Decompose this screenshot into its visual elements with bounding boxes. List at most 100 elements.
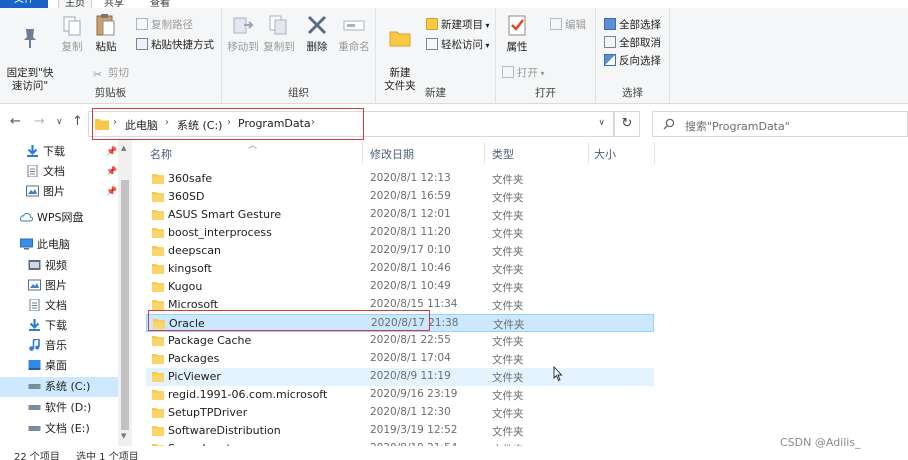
copy-icon [63, 16, 81, 36]
nav-item-label: 视频 [45, 259, 67, 272]
nav-item-documents-pinned[interactable]: 文档 [26, 162, 116, 182]
file-name: 360safe [168, 172, 213, 185]
search-box[interactable]: 搜索"ProgramData" [652, 111, 908, 137]
ribbon-tabs: 文件 主页 共享 查看 [0, 0, 908, 9]
select-all-label: 全部选择 [619, 19, 661, 31]
nav-item-drive-d[interactable]: 软件 (D:) [28, 398, 116, 418]
column-header-size[interactable]: 大小 [594, 146, 616, 162]
nav-item-videos[interactable]: 视频 [28, 256, 116, 276]
forward-arrow-icon[interactable]: → [34, 114, 45, 129]
nav-item-label: 图片 [45, 279, 67, 292]
cut-button[interactable]: ✂ 剪切 [93, 66, 129, 81]
file-type: 文件夹 [492, 246, 524, 258]
drive-icon [28, 384, 41, 389]
watermark: CSDN @Adilis_ [780, 436, 861, 449]
table-row[interactable]: Package Cache 2020/8/1 22:55 文件夹 [146, 332, 654, 350]
new-item-button[interactable]: 新建项目 ▾ [426, 18, 490, 33]
paste-shortcut-button[interactable]: 粘贴快捷方式 [136, 38, 214, 52]
select-none-icon [604, 36, 616, 48]
select-none-button[interactable]: 全部取消 [604, 36, 661, 50]
column-divider[interactable] [654, 142, 655, 164]
picture-icon [26, 185, 39, 197]
up-arrow-icon[interactable]: ↑ [72, 114, 83, 129]
edit-button[interactable]: 编辑 [550, 18, 586, 32]
table-row[interactable]: SetupTPDriver 2020/8/1 12:30 文件夹 [146, 404, 654, 422]
nav-item-pictures[interactable]: 图片 [28, 276, 116, 296]
nav-item-this-pc[interactable]: 此电脑 [20, 235, 116, 255]
copy-to-button[interactable]: 复制到 [262, 12, 296, 54]
sort-ascending-icon: ︿ [248, 141, 258, 151]
invert-selection-button[interactable]: 反向选择 [604, 54, 661, 68]
nav-item-wps-drive[interactable]: WPS网盘 [20, 208, 116, 228]
column-divider[interactable] [588, 142, 589, 164]
column-header-type[interactable]: 类型 [492, 146, 514, 162]
selected-count: 选中 1 个项目 [76, 452, 139, 460]
file-type: 文件夹 [492, 354, 524, 366]
table-row[interactable]: kingsoft 2020/8/1 10:46 文件夹 [146, 260, 654, 278]
nav-item-documents[interactable]: 文档 [28, 296, 116, 316]
paste-button[interactable]: 粘贴 [90, 12, 122, 54]
table-row[interactable]: SoftwareDistribution 2019/3/19 12:52 文件夹 [146, 422, 654, 440]
tab-home[interactable]: 主页 [58, 0, 92, 9]
table-row[interactable]: 360safe 2020/8/1 12:13 文件夹 [146, 170, 654, 188]
table-row[interactable]: 360SD 2020/8/1 16:59 文件夹 [146, 188, 654, 206]
column-divider[interactable] [484, 142, 485, 164]
new-folder-button[interactable]: 新建 文件夹 [380, 12, 420, 93]
table-row[interactable]: Packages 2020/8/1 17:04 文件夹 [146, 350, 654, 368]
refresh-button[interactable]: ↻ [614, 111, 640, 137]
nav-item-drive-e[interactable]: 文档 (E:) [28, 419, 116, 439]
download-arrow-icon [29, 319, 40, 331]
copy-path-button[interactable]: 复制路径 [136, 18, 193, 32]
folder-icon [152, 408, 164, 418]
copy-to-icon [269, 15, 287, 35]
new-folder-icon [389, 31, 411, 47]
file-date: 2020/8/15 11:34 [370, 298, 458, 310]
nav-item-downloads[interactable]: 下载 [28, 316, 116, 336]
file-date: 2020/8/1 22:55 [370, 334, 451, 346]
table-row[interactable]: boost_interprocess 2020/8/1 11:20 文件夹 [146, 224, 654, 242]
invert-selection-icon [604, 54, 616, 66]
pin-quick-access-button[interactable]: 固定到"快 速访问" [4, 12, 56, 93]
tab-view[interactable]: 查看 [150, 0, 170, 9]
nav-item-label: 下载 [45, 319, 67, 332]
column-header-date[interactable]: 修改日期 [370, 146, 414, 162]
column-divider[interactable] [362, 142, 363, 164]
rename-button[interactable]: 重命名 [336, 12, 372, 54]
nav-pane-scrollbar[interactable]: ▲ ▼ [118, 140, 132, 446]
open-icon [502, 66, 514, 78]
open-button[interactable]: 打开 ▾ [502, 66, 545, 81]
scroll-down-arrow-icon[interactable]: ▼ [121, 432, 126, 440]
nav-item-drive-c[interactable]: 系统 (C:) [0, 377, 118, 397]
chevron-down-icon: ▾ [483, 21, 490, 30]
table-row[interactable]: regid.1991-06.com.microsoft 2020/9/16 23:… [146, 386, 654, 404]
table-row[interactable]: ASUS Smart Gesture 2020/8/1 12:01 文件夹 [146, 206, 654, 224]
nav-item-downloads-pinned[interactable]: 下载 [26, 142, 116, 162]
nav-item-music[interactable]: 音乐 [28, 336, 116, 356]
status-bar: 22 个项目 选中 1 个项目 [0, 446, 908, 460]
move-to-button[interactable]: 移动到 [226, 12, 260, 54]
file-type: 文件夹 [492, 426, 524, 438]
easy-access-button[interactable]: 轻松访问 ▾ [426, 38, 490, 53]
properties-button[interactable]: 属性 [502, 12, 532, 54]
nav-item-label: 文档 [43, 165, 65, 178]
file-date: 2020/8/1 12:13 [370, 172, 451, 184]
scroll-up-arrow-icon[interactable]: ▲ [121, 144, 126, 152]
table-row[interactable]: Kugou 2020/8/1 10:49 文件夹 [146, 278, 654, 296]
column-header-name[interactable]: 名称 [150, 146, 172, 162]
download-arrow-icon [27, 145, 38, 157]
table-row[interactable]: deepscan 2020/9/17 0:10 文件夹 [146, 242, 654, 260]
file-name: regid.1991-06.com.microsoft [168, 388, 328, 401]
tab-file[interactable]: 文件 [0, 0, 48, 8]
recent-chevron-icon[interactable]: ∨ [56, 117, 63, 127]
nav-item-desktop[interactable]: 桌面 [28, 356, 116, 376]
tab-share[interactable]: 共享 [104, 0, 124, 9]
select-all-button[interactable]: 全部选择 [604, 18, 661, 32]
nav-item-pictures-pinned[interactable]: 图片 [26, 182, 116, 202]
address-dropdown-chevron-icon[interactable]: ∨ [598, 118, 605, 128]
folder-icon [152, 210, 164, 220]
copy-button[interactable]: 复制 [58, 12, 86, 54]
table-row[interactable]: PicViewer 2020/8/9 11:19 文件夹 [146, 368, 654, 386]
nav-pane-scroll-thumb[interactable] [121, 180, 129, 430]
delete-button[interactable]: 删除 [304, 12, 330, 54]
back-arrow-icon[interactable]: ← [10, 114, 21, 129]
